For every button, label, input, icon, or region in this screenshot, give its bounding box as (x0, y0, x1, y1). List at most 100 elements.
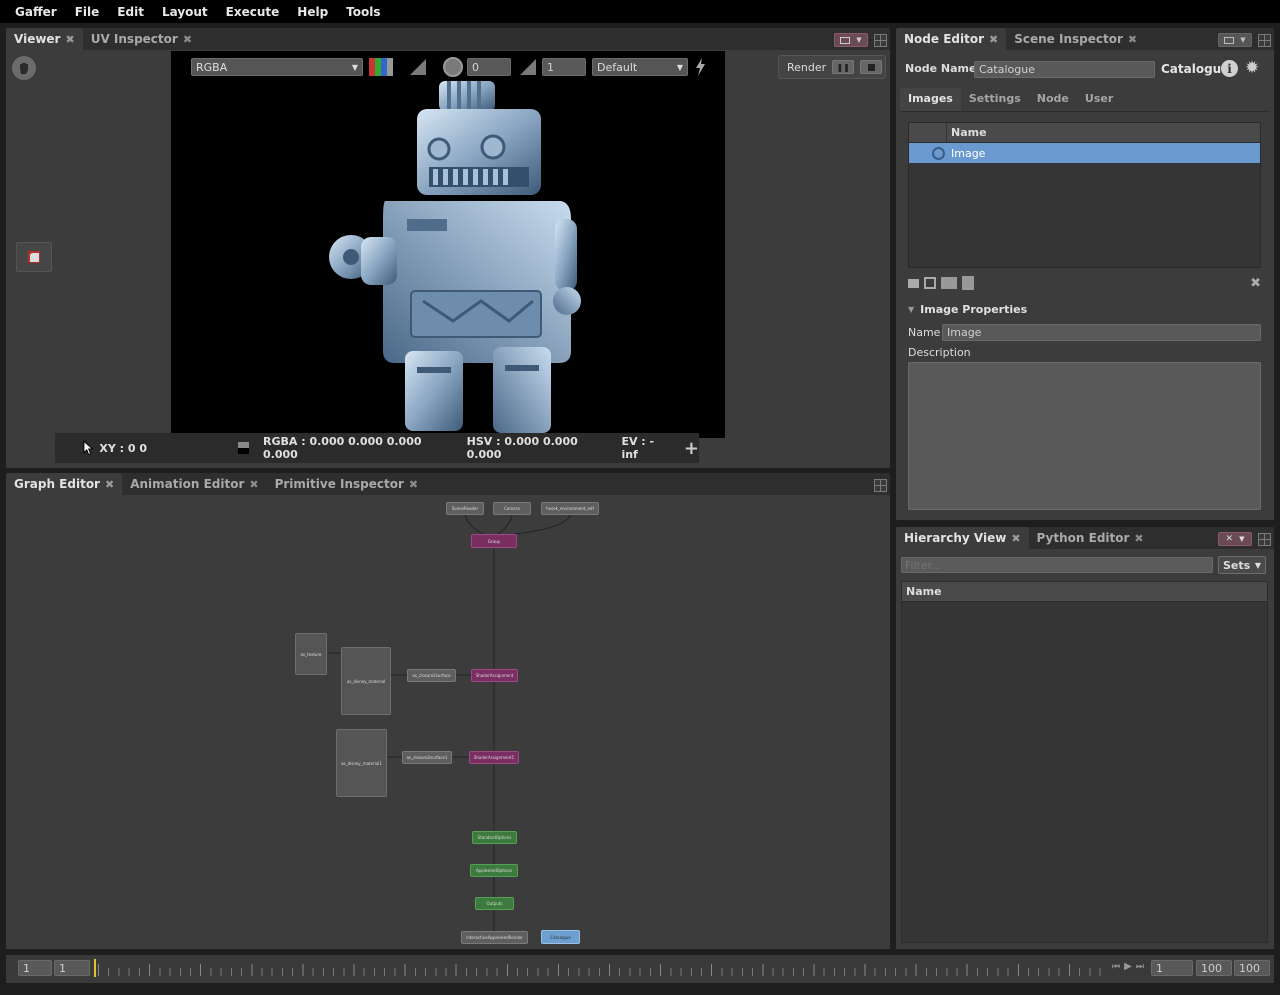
current-frame-marker[interactable] (94, 959, 96, 977)
start-frame-outer-field[interactable]: 1 (18, 960, 52, 976)
stop-button[interactable] (860, 60, 883, 74)
extract-icon[interactable] (962, 276, 974, 290)
image-properties-section[interactable]: ▼ Image Properties (908, 303, 1027, 316)
play-icon[interactable]: ▶ (1124, 961, 1132, 972)
tab-viewer[interactable]: Viewer ✖ (6, 28, 83, 50)
graph-node-standard-options[interactable]: StandardOptions (472, 831, 517, 844)
tab-hierarchy-view[interactable]: Hierarchy View ✖ (896, 527, 1029, 549)
lightning-icon[interactable] (694, 58, 706, 76)
close-icon[interactable]: ✖ (105, 478, 114, 491)
graph-node-appleseed-options[interactable]: AppleseedOptions (470, 864, 518, 877)
layout-menu-button[interactable]: ✕ ▼ (1218, 532, 1252, 546)
chevron-down-icon: ▼ (1239, 535, 1245, 543)
close-icon[interactable]: ✖ (65, 33, 74, 46)
description-field[interactable] (908, 362, 1261, 510)
add-icon[interactable]: + (684, 438, 699, 459)
start-frame-inner-field[interactable]: 1 (54, 960, 90, 976)
clipping-icon[interactable] (408, 58, 428, 76)
close-icon[interactable]: ✖ (1011, 532, 1020, 545)
subtab-node[interactable]: Node (1029, 88, 1077, 111)
gear-icon[interactable]: ✹ (1245, 58, 1259, 78)
display-transform-dropdown[interactable]: Default ▼ (592, 58, 688, 76)
graph-node-catalogue[interactable]: Catalogue (541, 930, 580, 944)
tab-scene-inspector[interactable]: Scene Inspector ✖ (1006, 28, 1145, 50)
subtab-images[interactable]: Images (900, 88, 961, 111)
graph-node-closure-surface[interactable]: as_closure2surface (407, 669, 456, 682)
close-icon[interactable]: ✖ (249, 478, 258, 491)
sets-dropdown[interactable]: Sets ▼ (1218, 556, 1266, 574)
tab-graph-editor[interactable]: Graph Editor ✖ (6, 473, 123, 495)
hierarchy-name-header[interactable]: Name (906, 585, 942, 598)
graph-node-scenereader[interactable]: SceneReader (446, 502, 484, 515)
graph-node-closure-surface1[interactable]: as_closure2surface1 (402, 751, 452, 764)
subtab-settings[interactable]: Settings (961, 88, 1029, 111)
gamma-icon[interactable] (518, 58, 538, 76)
skip-to-end-icon[interactable]: ⏭ (1136, 962, 1144, 972)
tab-python-editor[interactable]: Python Editor ✖ (1029, 527, 1152, 549)
close-icon[interactable]: ✖ (1134, 532, 1143, 545)
menu-help[interactable]: Help (288, 5, 337, 19)
menu-layout[interactable]: Layout (153, 5, 217, 19)
graph-node-outputs[interactable]: Outputs (475, 897, 514, 910)
graph-node-group[interactable]: Group (471, 534, 517, 548)
remove-image-icon[interactable]: ✖ (1250, 276, 1261, 291)
hierarchy-tree[interactable]: Name (901, 581, 1268, 943)
graph-node-shader-assignment[interactable]: ShaderAssignment (471, 669, 518, 682)
layout-menu-button[interactable]: ▼ (834, 33, 868, 47)
close-icon[interactable]: ✖ (409, 478, 418, 491)
pause-button[interactable]: ❚❚ (832, 60, 855, 74)
tab-animation-editor[interactable]: Animation Editor ✖ (122, 473, 266, 495)
split-panel-icon[interactable] (874, 34, 887, 47)
frame-ruler[interactable] (94, 958, 1112, 980)
graph-node-camera[interactable]: Camera (493, 502, 531, 515)
graph-canvas[interactable]: SceneReader Camera hosek_environment_edf… (6, 495, 890, 949)
menu-tools[interactable]: Tools (337, 5, 389, 19)
menu-execute[interactable]: Execute (217, 5, 289, 19)
image-name-field[interactable]: Image (942, 324, 1261, 341)
exposure-icon[interactable] (443, 57, 463, 77)
split-panel-icon[interactable] (874, 479, 887, 492)
tab-primitive-inspector[interactable]: Primitive Inspector ✖ (267, 473, 427, 495)
chevron-down-icon: ▼ (1254, 560, 1261, 570)
skip-to-start-icon[interactable]: ⏮ (1112, 962, 1120, 972)
graph-node-environment[interactable]: hosek_environment_edf (541, 502, 599, 515)
image-canvas[interactable] (171, 51, 725, 438)
gamma-field[interactable]: 1 (542, 58, 586, 76)
split-panel-icon[interactable] (1258, 533, 1271, 546)
close-icon[interactable]: ✖ (183, 33, 192, 46)
exposure-field[interactable]: 0 (467, 58, 511, 76)
tick-marks-major (98, 964, 1110, 976)
graph-node-disney-material1[interactable]: as_disney_material1 (336, 729, 387, 797)
duplicate-icon[interactable] (924, 277, 936, 289)
node-type-label: Catalogue (1161, 62, 1230, 76)
graph-node-shader-assignment1[interactable]: ShaderAssignment1 (469, 751, 519, 764)
export-icon[interactable] (941, 277, 957, 289)
graph-node-interactive-render[interactable]: InteractiveAppleseedRender (461, 931, 528, 944)
menu-edit[interactable]: Edit (108, 5, 153, 19)
menu-file[interactable]: File (66, 5, 109, 19)
close-icon[interactable]: ✖ (989, 33, 998, 46)
close-icon[interactable]: ✖ (1128, 33, 1137, 46)
solo-channel-icon[interactable] (369, 58, 393, 76)
current-frame-field[interactable]: 1 (1151, 960, 1193, 976)
graph-node-texture[interactable]: as_texture (295, 633, 327, 675)
tab-uv-inspector[interactable]: UV Inspector ✖ (83, 28, 200, 50)
info-icon[interactable]: i (1221, 60, 1238, 77)
filter-input[interactable] (901, 557, 1213, 573)
end-frame-inner-field[interactable]: 100 (1196, 960, 1232, 976)
tab-scene-inspector-label: Scene Inspector (1014, 32, 1123, 46)
graph-node-disney-material[interactable]: as_disney_material (341, 647, 391, 715)
split-panel-icon[interactable] (1258, 34, 1271, 47)
menu-gaffer[interactable]: Gaffer (6, 5, 66, 19)
channel-dropdown[interactable]: RGBA ▼ (191, 58, 363, 76)
pan-tool-button[interactable] (12, 56, 36, 80)
node-name-field[interactable]: Catalogue (974, 61, 1155, 78)
end-frame-outer-field[interactable]: 100 (1234, 960, 1270, 976)
image-list-row[interactable]: Image (909, 143, 1260, 163)
layout-menu-button[interactable]: ▼ (1218, 33, 1252, 47)
folder-icon[interactable] (908, 278, 919, 288)
crop-tool-button[interactable] (16, 242, 52, 272)
subtab-user[interactable]: User (1077, 88, 1121, 111)
tab-node-editor[interactable]: Node Editor ✖ (896, 28, 1007, 50)
image-list-name-header[interactable]: Name (947, 123, 991, 142)
